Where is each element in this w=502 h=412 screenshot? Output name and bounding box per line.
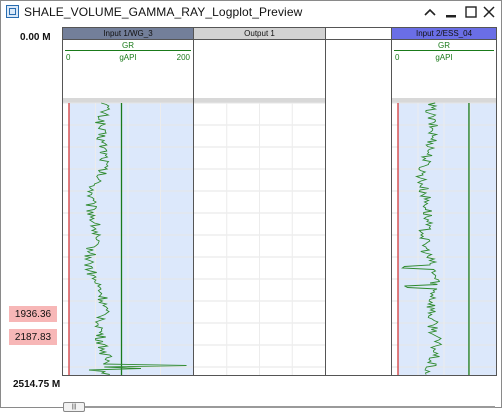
empty-plot-grid [194,98,325,375]
plot-shade [398,103,496,375]
depth-scrollbar[interactable]: ||| [63,402,495,412]
app-icon [6,5,19,18]
scale-max: 200 [176,53,190,62]
track-header: Input 2/ESS_04 [392,28,496,40]
chevron-up-icon[interactable] [420,2,440,22]
depth-marker-1[interactable]: 1936.36 [9,306,57,322]
gr-curve-plot [392,98,496,375]
depth-marker-2[interactable]: 2187.83 [9,329,57,345]
depth-bottom-label: 2514.75 M [13,379,61,390]
track-header: Output 1 [194,28,325,40]
track-plot[interactable] [194,98,325,375]
curve-name: GR [122,41,134,50]
plot-top-band [63,98,193,103]
curve-scale-line [65,50,191,51]
window-title: SHALE_VOLUME_GAMMA_RAY_Logplot_Preview [24,5,303,19]
plot-top-band [194,98,325,103]
close-icon[interactable] [479,2,499,22]
track-plot[interactable] [326,98,391,375]
scale-unit: gAPI [435,53,453,62]
track-plot[interactable] [392,98,496,375]
scale-unit: gAPI [119,53,137,62]
track-header [326,28,391,40]
track-output-1[interactable]: Output 1 [193,27,326,376]
title-bar: SHALE_VOLUME_GAMMA_RAY_Logplot_Preview [1,1,501,23]
track-header: Input 1/WG_3 [63,28,193,40]
track-plot[interactable] [63,98,193,375]
depth-top-label: 0.00 M [20,32,51,43]
log-tracks-area: 0.00 M 2514.75 M 1936.36 2187.83 Input 1… [1,24,501,412]
minimize-icon[interactable] [441,2,461,22]
gr-curve-plot [63,98,193,375]
track-input-1[interactable]: Input 1/WG_3 GR 0 gAPI 200 [62,27,194,376]
plot-shade [69,103,193,375]
track-input-2[interactable]: Input 2/ESS_04 GR 0 gAPI [391,27,497,376]
logplot-preview-window: SHALE_VOLUME_GAMMA_RAY_Logplot_Preview 0… [0,0,502,412]
curve-scale-line [394,50,494,51]
plot-top-band [392,98,496,103]
maximize-icon[interactable] [461,2,481,22]
curve-name: GR [438,41,450,50]
track-blank[interactable] [325,27,392,376]
scrollbar-thumb[interactable]: ||| [63,402,85,412]
